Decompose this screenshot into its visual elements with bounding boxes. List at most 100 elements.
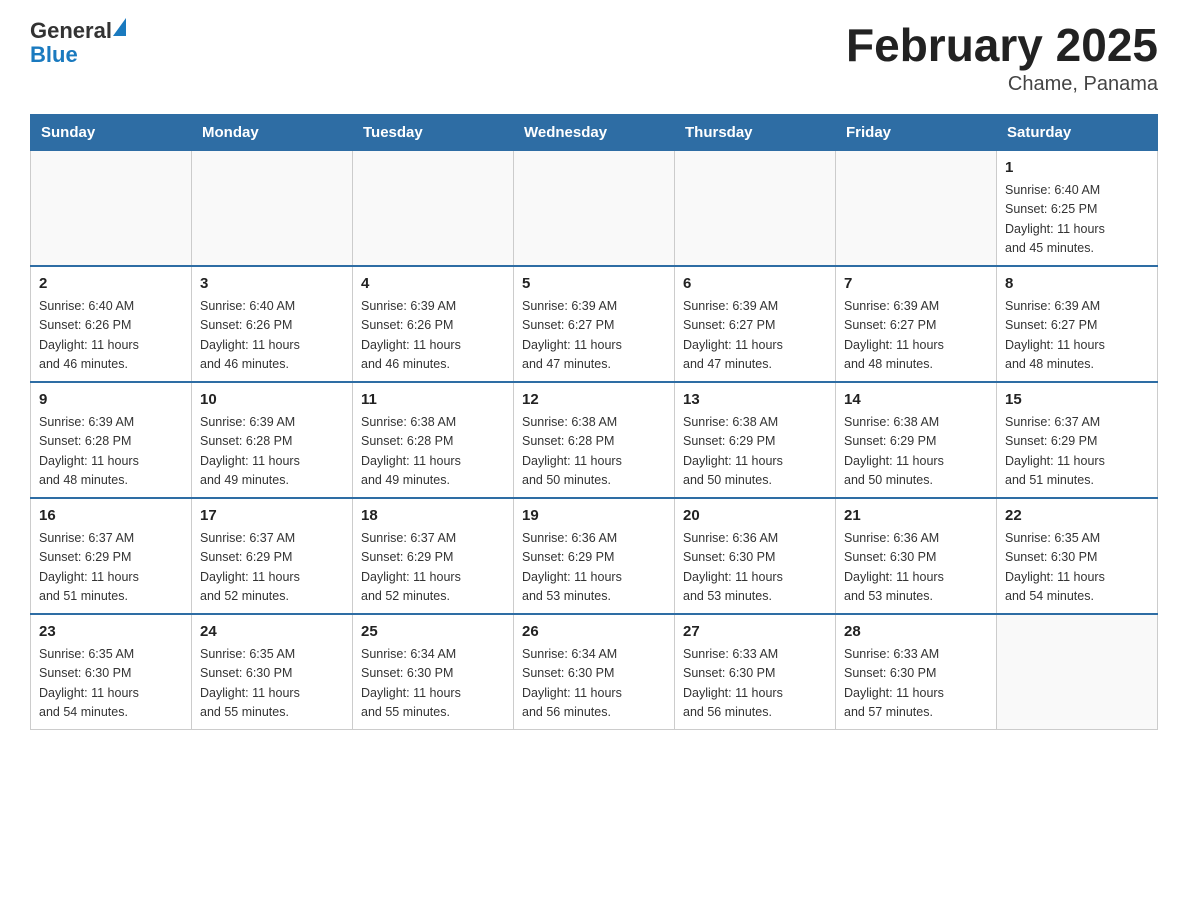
calendar-cell: 10Sunrise: 6:39 AM Sunset: 6:28 PM Dayli… — [192, 382, 353, 498]
day-info: Sunrise: 6:40 AM Sunset: 6:26 PM Dayligh… — [39, 297, 183, 375]
day-info: Sunrise: 6:37 AM Sunset: 6:29 PM Dayligh… — [39, 529, 183, 607]
calendar-cell: 3Sunrise: 6:40 AM Sunset: 6:26 PM Daylig… — [192, 266, 353, 382]
calendar-cell: 6Sunrise: 6:39 AM Sunset: 6:27 PM Daylig… — [675, 266, 836, 382]
day-number: 11 — [361, 389, 505, 412]
day-number: 13 — [683, 389, 827, 412]
day-number: 4 — [361, 273, 505, 296]
calendar-cell: 13Sunrise: 6:38 AM Sunset: 6:29 PM Dayli… — [675, 382, 836, 498]
calendar-cell: 25Sunrise: 6:34 AM Sunset: 6:30 PM Dayli… — [353, 614, 514, 730]
weekday-header-sunday: Sunday — [31, 114, 192, 150]
weekday-header-friday: Friday — [836, 114, 997, 150]
calendar-cell: 19Sunrise: 6:36 AM Sunset: 6:29 PM Dayli… — [514, 498, 675, 614]
calendar-week-row: 23Sunrise: 6:35 AM Sunset: 6:30 PM Dayli… — [31, 614, 1158, 730]
logo-general: General — [30, 20, 112, 42]
day-info: Sunrise: 6:37 AM Sunset: 6:29 PM Dayligh… — [1005, 413, 1149, 491]
calendar-cell — [514, 150, 675, 266]
day-info: Sunrise: 6:38 AM Sunset: 6:28 PM Dayligh… — [522, 413, 666, 491]
day-info: Sunrise: 6:39 AM Sunset: 6:26 PM Dayligh… — [361, 297, 505, 375]
calendar-cell — [675, 150, 836, 266]
day-info: Sunrise: 6:34 AM Sunset: 6:30 PM Dayligh… — [522, 645, 666, 723]
calendar-cell: 18Sunrise: 6:37 AM Sunset: 6:29 PM Dayli… — [353, 498, 514, 614]
weekday-header-monday: Monday — [192, 114, 353, 150]
logo: General Blue — [30, 20, 126, 68]
day-number: 18 — [361, 505, 505, 528]
title-area: February 2025 Chame, Panama — [846, 20, 1158, 96]
calendar-cell: 16Sunrise: 6:37 AM Sunset: 6:29 PM Dayli… — [31, 498, 192, 614]
calendar-cell — [997, 614, 1158, 730]
day-info: Sunrise: 6:34 AM Sunset: 6:30 PM Dayligh… — [361, 645, 505, 723]
day-number: 16 — [39, 505, 183, 528]
day-number: 27 — [683, 621, 827, 644]
calendar-cell: 22Sunrise: 6:35 AM Sunset: 6:30 PM Dayli… — [997, 498, 1158, 614]
day-info: Sunrise: 6:39 AM Sunset: 6:27 PM Dayligh… — [844, 297, 988, 375]
day-info: Sunrise: 6:40 AM Sunset: 6:26 PM Dayligh… — [200, 297, 344, 375]
calendar-cell: 7Sunrise: 6:39 AM Sunset: 6:27 PM Daylig… — [836, 266, 997, 382]
day-info: Sunrise: 6:33 AM Sunset: 6:30 PM Dayligh… — [683, 645, 827, 723]
month-title: February 2025 — [846, 20, 1158, 71]
day-info: Sunrise: 6:39 AM Sunset: 6:27 PM Dayligh… — [522, 297, 666, 375]
calendar-cell: 24Sunrise: 6:35 AM Sunset: 6:30 PM Dayli… — [192, 614, 353, 730]
calendar-cell: 20Sunrise: 6:36 AM Sunset: 6:30 PM Dayli… — [675, 498, 836, 614]
weekday-header-saturday: Saturday — [997, 114, 1158, 150]
calendar-cell: 5Sunrise: 6:39 AM Sunset: 6:27 PM Daylig… — [514, 266, 675, 382]
day-number: 21 — [844, 505, 988, 528]
day-info: Sunrise: 6:35 AM Sunset: 6:30 PM Dayligh… — [200, 645, 344, 723]
day-info: Sunrise: 6:33 AM Sunset: 6:30 PM Dayligh… — [844, 645, 988, 723]
day-info: Sunrise: 6:35 AM Sunset: 6:30 PM Dayligh… — [39, 645, 183, 723]
day-number: 22 — [1005, 505, 1149, 528]
day-number: 17 — [200, 505, 344, 528]
day-info: Sunrise: 6:36 AM Sunset: 6:30 PM Dayligh… — [844, 529, 988, 607]
day-info: Sunrise: 6:39 AM Sunset: 6:28 PM Dayligh… — [200, 413, 344, 491]
day-number: 24 — [200, 621, 344, 644]
calendar-cell: 14Sunrise: 6:38 AM Sunset: 6:29 PM Dayli… — [836, 382, 997, 498]
day-info: Sunrise: 6:39 AM Sunset: 6:28 PM Dayligh… — [39, 413, 183, 491]
day-number: 25 — [361, 621, 505, 644]
calendar-cell — [353, 150, 514, 266]
weekday-header-row: SundayMondayTuesdayWednesdayThursdayFrid… — [31, 114, 1158, 150]
day-number: 28 — [844, 621, 988, 644]
location: Chame, Panama — [846, 73, 1158, 96]
calendar-cell: 1Sunrise: 6:40 AM Sunset: 6:25 PM Daylig… — [997, 150, 1158, 266]
calendar-cell: 15Sunrise: 6:37 AM Sunset: 6:29 PM Dayli… — [997, 382, 1158, 498]
day-number: 19 — [522, 505, 666, 528]
calendar-cell: 2Sunrise: 6:40 AM Sunset: 6:26 PM Daylig… — [31, 266, 192, 382]
day-number: 9 — [39, 389, 183, 412]
day-info: Sunrise: 6:36 AM Sunset: 6:30 PM Dayligh… — [683, 529, 827, 607]
calendar-cell: 26Sunrise: 6:34 AM Sunset: 6:30 PM Dayli… — [514, 614, 675, 730]
weekday-header-tuesday: Tuesday — [353, 114, 514, 150]
calendar-cell: 21Sunrise: 6:36 AM Sunset: 6:30 PM Dayli… — [836, 498, 997, 614]
calendar-week-row: 1Sunrise: 6:40 AM Sunset: 6:25 PM Daylig… — [31, 150, 1158, 266]
day-info: Sunrise: 6:38 AM Sunset: 6:28 PM Dayligh… — [361, 413, 505, 491]
calendar-cell: 4Sunrise: 6:39 AM Sunset: 6:26 PM Daylig… — [353, 266, 514, 382]
calendar-cell: 23Sunrise: 6:35 AM Sunset: 6:30 PM Dayli… — [31, 614, 192, 730]
calendar-week-row: 16Sunrise: 6:37 AM Sunset: 6:29 PM Dayli… — [31, 498, 1158, 614]
day-number: 3 — [200, 273, 344, 296]
day-number: 8 — [1005, 273, 1149, 296]
day-number: 1 — [1005, 157, 1149, 180]
day-info: Sunrise: 6:37 AM Sunset: 6:29 PM Dayligh… — [361, 529, 505, 607]
weekday-header-thursday: Thursday — [675, 114, 836, 150]
day-info: Sunrise: 6:40 AM Sunset: 6:25 PM Dayligh… — [1005, 181, 1149, 259]
day-number: 7 — [844, 273, 988, 296]
day-number: 15 — [1005, 389, 1149, 412]
calendar-table: SundayMondayTuesdayWednesdayThursdayFrid… — [30, 114, 1158, 730]
day-info: Sunrise: 6:38 AM Sunset: 6:29 PM Dayligh… — [844, 413, 988, 491]
calendar-cell: 27Sunrise: 6:33 AM Sunset: 6:30 PM Dayli… — [675, 614, 836, 730]
day-info: Sunrise: 6:36 AM Sunset: 6:29 PM Dayligh… — [522, 529, 666, 607]
day-number: 2 — [39, 273, 183, 296]
page-header: General Blue February 2025 Chame, Panama — [30, 20, 1158, 96]
calendar-cell: 8Sunrise: 6:39 AM Sunset: 6:27 PM Daylig… — [997, 266, 1158, 382]
logo-blue: Blue — [30, 42, 126, 68]
day-number: 20 — [683, 505, 827, 528]
calendar-week-row: 2Sunrise: 6:40 AM Sunset: 6:26 PM Daylig… — [31, 266, 1158, 382]
day-number: 5 — [522, 273, 666, 296]
calendar-cell: 28Sunrise: 6:33 AM Sunset: 6:30 PM Dayli… — [836, 614, 997, 730]
calendar-cell — [192, 150, 353, 266]
calendar-cell: 9Sunrise: 6:39 AM Sunset: 6:28 PM Daylig… — [31, 382, 192, 498]
calendar-cell: 12Sunrise: 6:38 AM Sunset: 6:28 PM Dayli… — [514, 382, 675, 498]
day-info: Sunrise: 6:38 AM Sunset: 6:29 PM Dayligh… — [683, 413, 827, 491]
calendar-cell: 11Sunrise: 6:38 AM Sunset: 6:28 PM Dayli… — [353, 382, 514, 498]
day-info: Sunrise: 6:37 AM Sunset: 6:29 PM Dayligh… — [200, 529, 344, 607]
logo-triangle-icon — [113, 18, 126, 36]
day-info: Sunrise: 6:39 AM Sunset: 6:27 PM Dayligh… — [1005, 297, 1149, 375]
